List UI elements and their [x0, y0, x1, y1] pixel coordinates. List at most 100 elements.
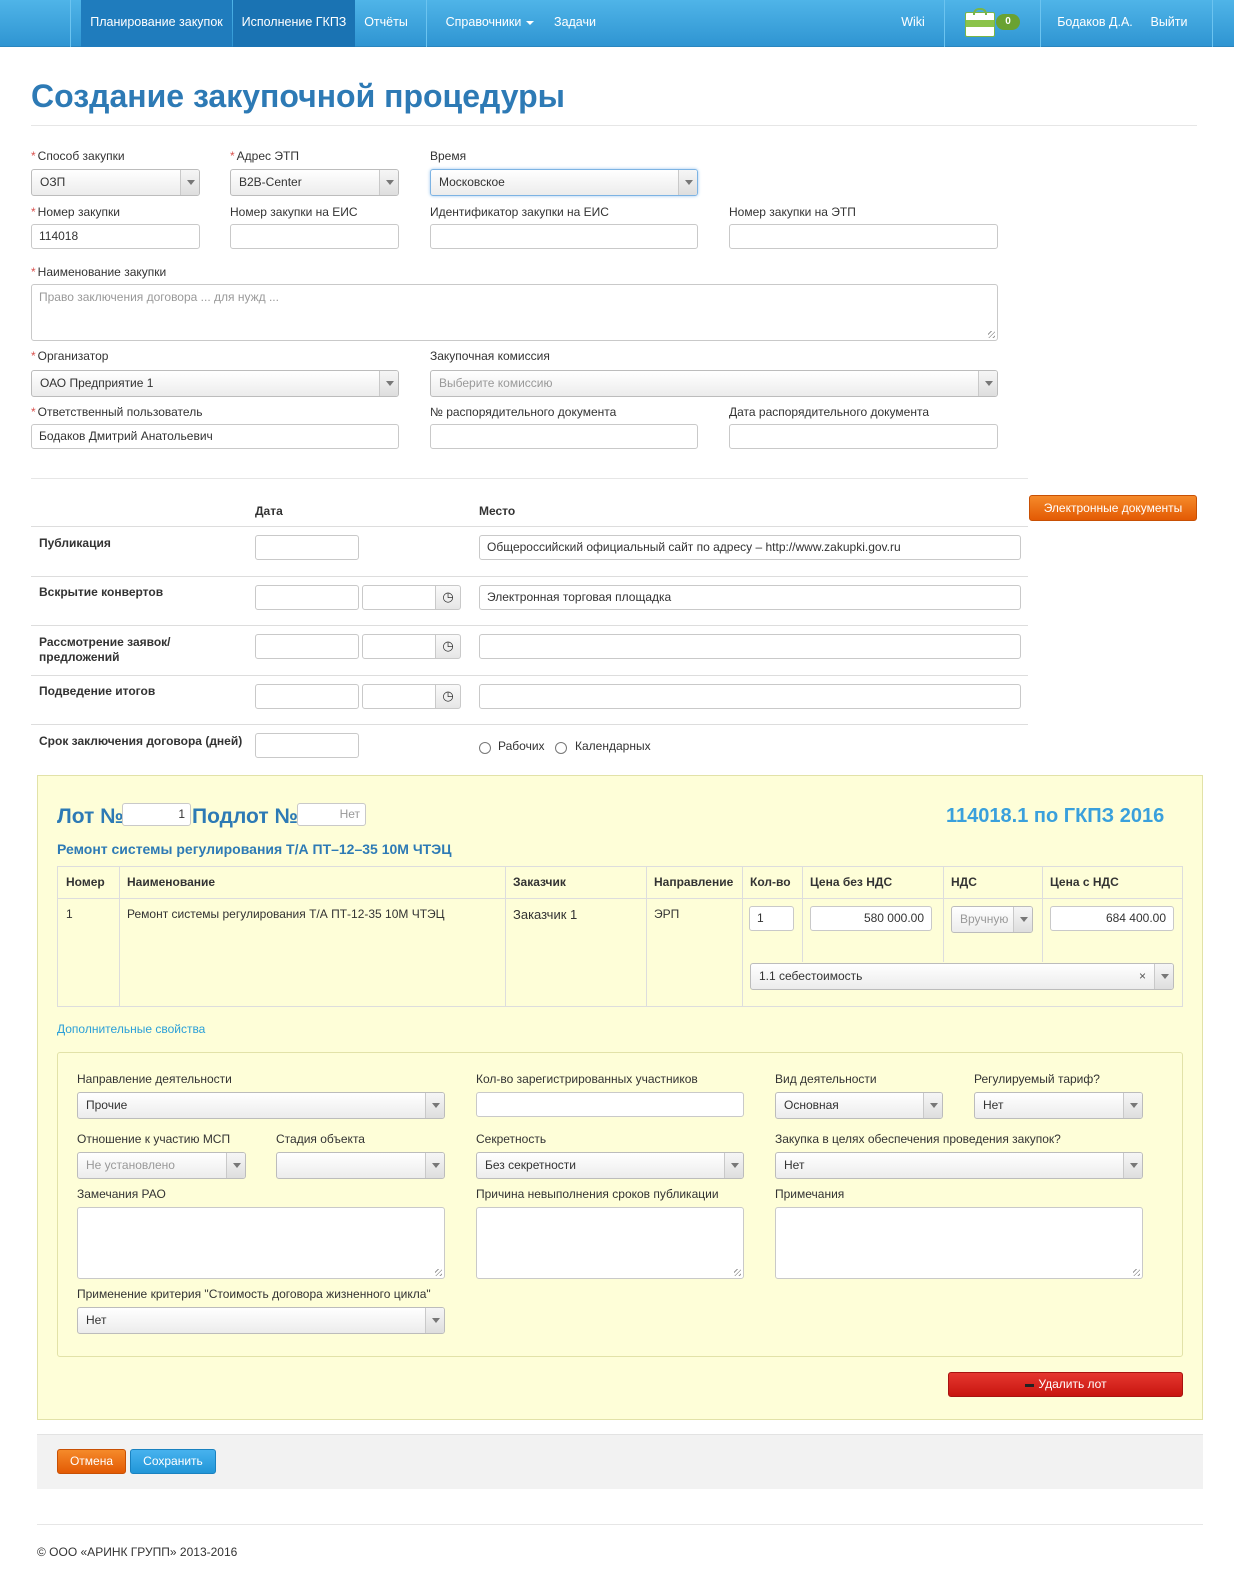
publication-date-input[interactable] — [255, 535, 359, 560]
tariff-label: Регулируемый тариф? — [974, 1072, 1100, 1086]
registered-input[interactable] — [476, 1092, 744, 1117]
electronic-documents-button[interactable]: Электронные документы — [1029, 495, 1197, 521]
number-input[interactable]: 114018 — [31, 224, 200, 249]
number-label: * Номер закупки — [31, 205, 120, 219]
activity-direction-label: Направление деятельности — [77, 1072, 232, 1086]
results-place-input[interactable] — [479, 684, 1021, 709]
msp-value: Не установлено — [86, 1158, 175, 1172]
nav-tasks[interactable]: Задачи — [547, 0, 603, 47]
stage-select[interactable] — [276, 1152, 445, 1179]
clock-icon[interactable]: ◷ — [435, 585, 461, 610]
time-select[interactable]: Московское — [430, 169, 698, 196]
contract-days-input[interactable] — [255, 733, 359, 758]
cost-item-select[interactable]: 1.1 себестоимость × — [750, 963, 1174, 990]
radio-working-days[interactable] — [479, 742, 491, 754]
save-button[interactable]: Сохранить — [130, 1449, 216, 1474]
time-value: Московское — [439, 175, 505, 189]
review-time-input[interactable] — [362, 634, 436, 659]
item-direction: ЭРП — [654, 907, 680, 921]
price-no-vat-input[interactable]: 580 000.00 — [810, 906, 932, 931]
etp-number-input[interactable] — [729, 224, 998, 249]
responsible-input[interactable]: Бодаков Дмитрий Анатольевич — [31, 424, 399, 449]
nav-planning[interactable]: Планирование закупок — [81, 0, 232, 47]
extra-properties-link[interactable]: Дополнительные свойства — [57, 1022, 205, 1036]
dropdown-arrow-icon — [425, 1308, 444, 1333]
opening-place-input[interactable]: Электронная торговая площадка — [479, 585, 1021, 610]
activity-direction-select[interactable]: Прочие — [77, 1092, 445, 1119]
tariff-select[interactable]: Нет — [974, 1092, 1143, 1119]
eis-id-input[interactable] — [430, 224, 698, 249]
cart-count-badge: 0 — [996, 14, 1020, 30]
order-doc-num-input[interactable] — [430, 424, 698, 449]
commission-select[interactable]: Выберите комиссию — [430, 370, 998, 397]
publication-place-input[interactable]: Общероссийский официальный сайт по адрес… — [479, 535, 1021, 560]
name-textarea[interactable]: Право заключения договора ... для нужд .… — [31, 284, 998, 341]
shopping-bag-icon — [965, 12, 995, 37]
eis-number-input[interactable] — [230, 224, 399, 249]
order-doc-date-input[interactable] — [729, 424, 998, 449]
resize-grip-icon[interactable] — [988, 331, 995, 338]
support-select[interactable]: Нет — [775, 1152, 1143, 1179]
clear-icon[interactable]: × — [1139, 964, 1146, 989]
nav-user[interactable]: Бодаков Д.А. — [1053, 0, 1137, 47]
method-select[interactable]: ОЗП — [31, 169, 200, 196]
lifecycle-select[interactable]: Нет — [77, 1307, 445, 1334]
col-number: Номер — [66, 875, 105, 889]
rao-textarea[interactable] — [77, 1207, 445, 1279]
dropdown-arrow-icon — [978, 371, 997, 396]
etp-number-label: Номер закупки на ЭТП — [729, 205, 856, 219]
secrecy-select[interactable]: Без секретности — [476, 1152, 744, 1179]
organizer-label: * Организатор — [31, 349, 109, 363]
registered-label: Кол-во зарегистрированных участников — [476, 1072, 698, 1086]
clock-icon[interactable]: ◷ — [435, 684, 461, 709]
activity-type-select[interactable]: Основная — [775, 1092, 943, 1119]
order-doc-date-label: Дата распорядительного документа — [729, 405, 929, 419]
dropdown-arrow-icon — [379, 371, 398, 396]
cancel-button[interactable]: Отмена — [57, 1449, 126, 1474]
dropdown-arrow-icon — [678, 170, 697, 195]
organizer-value: ОАО Предприятие 1 — [40, 376, 154, 390]
activity-direction-value: Прочие — [86, 1098, 128, 1112]
nav-directories[interactable]: Справочники — [437, 0, 543, 47]
review-date-input[interactable] — [255, 634, 359, 659]
minus-icon — [1025, 1384, 1034, 1387]
sublot-number-input[interactable]: Нет — [297, 803, 366, 826]
order-doc-num-label: № распорядительного документа — [430, 405, 617, 419]
col-date-header: Дата — [255, 504, 283, 518]
radio-working-label: Рабочих — [498, 739, 545, 753]
msp-label: Отношение к участию МСП — [77, 1132, 231, 1146]
opening-time-input[interactable] — [362, 585, 436, 610]
qty-input[interactable]: 1 — [749, 906, 794, 931]
resize-grip-icon[interactable] — [435, 1269, 442, 1276]
dropdown-arrow-icon — [1013, 907, 1032, 932]
msp-select[interactable]: Не установлено — [77, 1152, 246, 1179]
col-qty: Кол-во — [750, 875, 791, 889]
nav-execution[interactable]: Исполнение ГКПЗ — [233, 0, 355, 47]
cost-item-value: 1.1 себестоимость — [759, 969, 863, 983]
nav-reports[interactable]: Отчёты — [356, 0, 416, 47]
col-price-no-vat: Цена без НДС — [810, 875, 893, 889]
top-navbar: Планирование закупок Исполнение ГКПЗ Отч… — [0, 0, 1234, 47]
organizer-select[interactable]: ОАО Предприятие 1 — [31, 370, 399, 397]
radio-calendar-days[interactable] — [555, 742, 567, 754]
lot-number-input[interactable]: 1 — [122, 803, 191, 826]
cart-button[interactable]: 0 — [963, 8, 1023, 38]
clock-icon[interactable]: ◷ — [435, 634, 461, 659]
results-date-input[interactable] — [255, 684, 359, 709]
resize-grip-icon[interactable] — [1133, 1269, 1140, 1276]
opening-date-input[interactable] — [255, 585, 359, 610]
review-place-input[interactable] — [479, 634, 1021, 659]
reason-textarea[interactable] — [476, 1207, 744, 1279]
dropdown-arrow-icon — [379, 170, 398, 195]
etp-select[interactable]: B2B-Center — [230, 169, 399, 196]
delete-lot-button[interactable]: Удалить лот — [948, 1372, 1183, 1397]
results-time-input[interactable] — [362, 684, 436, 709]
price-vat-input[interactable]: 684 400.00 — [1050, 906, 1174, 931]
schedule-row-label: Подведение итогов — [39, 684, 156, 698]
notes-textarea[interactable] — [775, 1207, 1143, 1279]
nav-logout[interactable]: Выйти — [1143, 0, 1195, 47]
nav-wiki[interactable]: Wiki — [893, 0, 933, 47]
vat-select[interactable]: Вручную — [951, 906, 1033, 933]
delete-lot-label: Удалить лот — [1038, 1377, 1107, 1391]
resize-grip-icon[interactable] — [734, 1269, 741, 1276]
